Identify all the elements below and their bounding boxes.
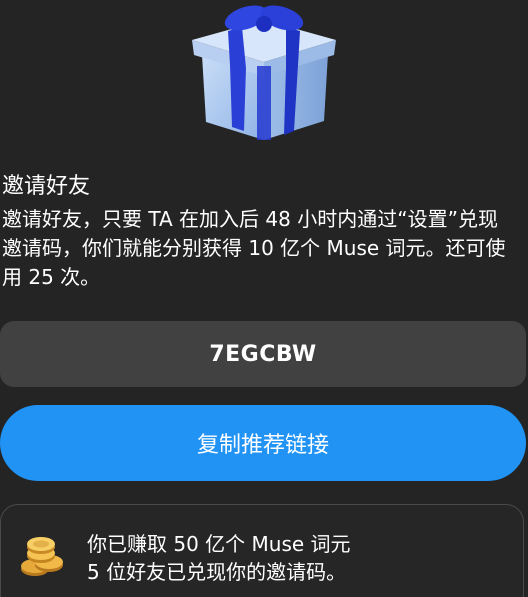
friends-redeemed-text: 5 位好友已兑现你的邀请码。 — [87, 560, 347, 584]
earned-tokens-text: 你已赚取 50 亿个 Muse 词元 — [87, 532, 351, 556]
copy-referral-link-label: 复制推荐链接 — [196, 433, 329, 458]
invite-friends-screen: 邀请好友 邀请好友，只要 TA 在加入后 48 小时内通过“设置”兑现邀请码，你… — [0, 0, 528, 597]
copy-referral-link-button[interactable]: 复制推荐链接 — [0, 405, 526, 481]
invite-description: 邀请好友，只要 TA 在加入后 48 小时内通过“设置”兑现邀请码，你们就能分别… — [2, 207, 506, 289]
invite-code-box[interactable]: 7EGCBW — [0, 321, 526, 387]
invite-code: 7EGCBW — [209, 341, 317, 367]
coins-icon — [19, 535, 65, 581]
gift-icon — [188, 0, 340, 145]
referral-stats-card: 你已赚取 50 亿个 Muse 词元 5 位好友已兑现你的邀请码。 — [0, 504, 524, 597]
invite-title: 邀请好友 — [2, 174, 91, 199]
